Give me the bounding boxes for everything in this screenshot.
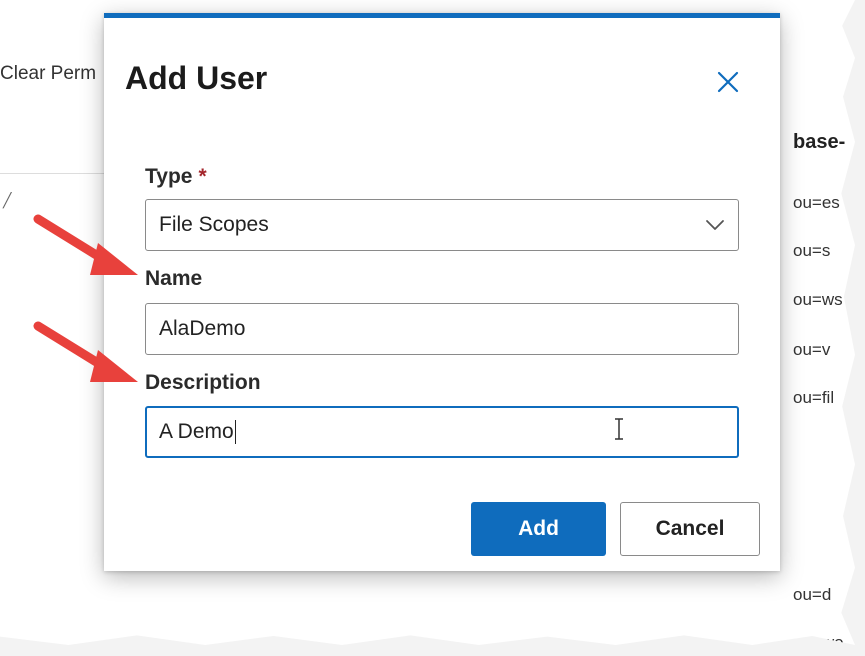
annotation-arrow-icon <box>33 321 138 382</box>
type-select-value: File Scopes <box>159 213 269 236</box>
type-label-text: Type <box>145 165 193 188</box>
chevron-down-icon <box>706 220 724 230</box>
table-cell: ou=v <box>793 340 831 359</box>
table-cell: ou=fil <box>793 388 835 407</box>
divider <box>0 173 105 174</box>
ibeam-cursor-icon <box>615 418 623 440</box>
description-label: Description <box>145 371 261 394</box>
cancel-button[interactable]: Cancel <box>620 502 760 556</box>
table-cell: ou=d <box>793 585 832 604</box>
table-cell: ou=wo <box>793 633 844 652</box>
name-label: Name <box>145 267 203 290</box>
type-select[interactable]: File Scopes <box>145 199 739 251</box>
text-caret <box>234 420 236 444</box>
dialog-title: Add User <box>125 60 268 96</box>
close-button[interactable] <box>710 64 746 100</box>
name-input[interactable]: AlaDemo <box>145 303 739 355</box>
name-input-value: AlaDemo <box>159 317 246 340</box>
required-marker: * <box>198 165 207 188</box>
type-label: Type * <box>145 165 207 189</box>
description-input-value: A Demo <box>159 420 234 443</box>
column-header-base[interactable]: base- <box>793 131 845 154</box>
table-cell: ou=ws <box>793 290 843 309</box>
annotation-arrow-icon <box>33 214 138 275</box>
row-marker: ╱ <box>3 192 12 208</box>
close-icon <box>717 71 739 93</box>
description-input[interactable]: A Demo <box>145 406 739 458</box>
table-cell: ou=es <box>793 193 840 212</box>
add-button[interactable]: Add <box>471 502 606 556</box>
clear-permissions-button[interactable]: Clear Perm <box>0 63 96 85</box>
add-user-dialog: Add User Type * File Scopes Name AlaDemo … <box>104 13 780 571</box>
table-cell: ou=s <box>793 241 831 260</box>
